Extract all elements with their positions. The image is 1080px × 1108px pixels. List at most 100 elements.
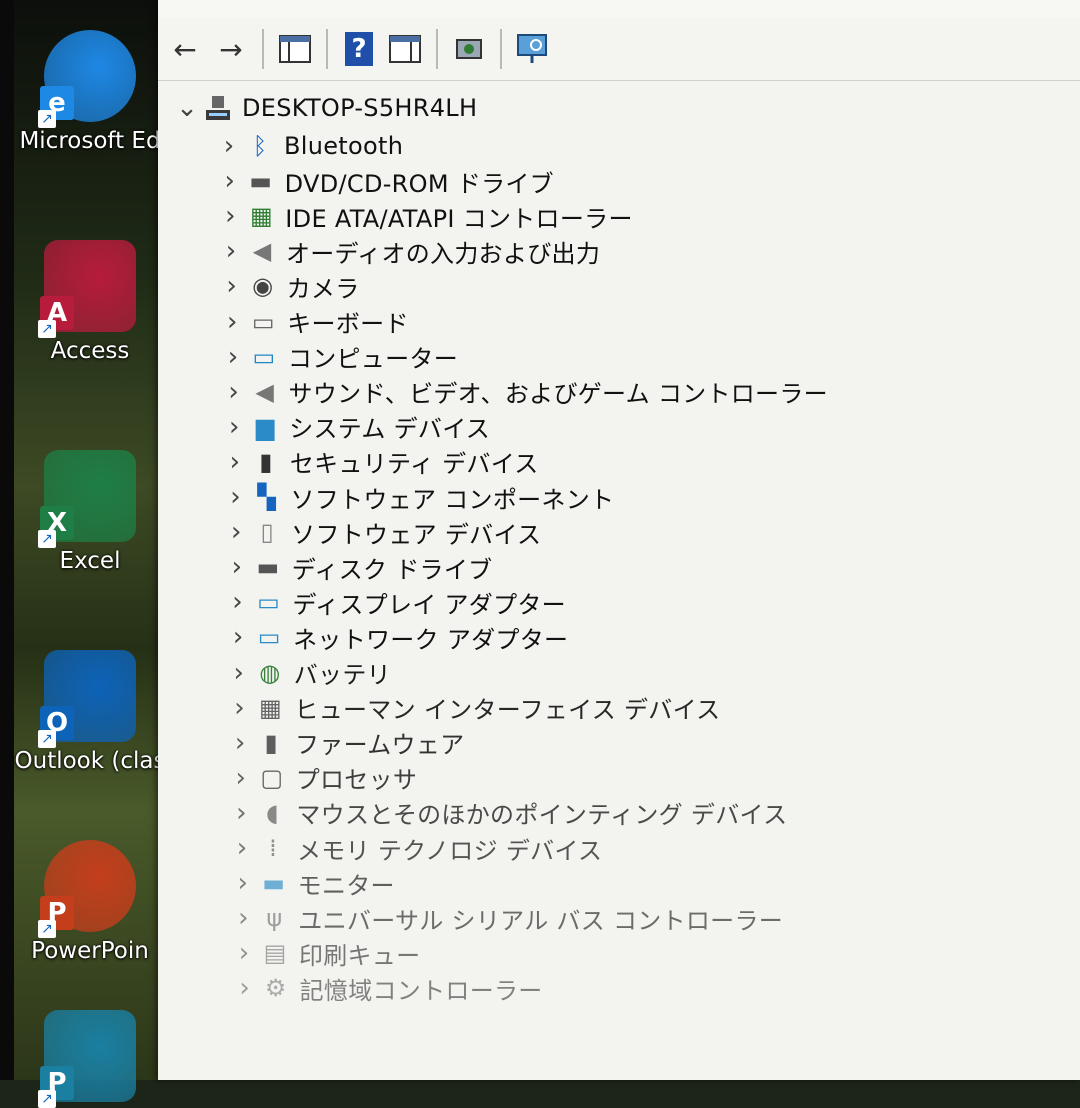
device-category-label: ファームウェア [295,731,465,760]
desktop-shortcut[interactable]: X ↗ Excel [10,450,170,574]
device-category-speaker[interactable]: › ◀ オーディオの入力および出力 [216,233,600,269]
monitor-icon: ▭ [252,342,276,371]
app-icon: P ↗ [38,1010,136,1108]
help-button[interactable]: ? [340,30,378,68]
device-category-printer[interactable]: › ▤ 印刷キュー [229,935,421,971]
device-category-label: ディスク ドライブ [291,555,493,584]
chevron-right-icon[interactable]: › [222,552,252,582]
device-category-network-adapter[interactable]: › ▭ ネットワーク アダプター [223,619,568,655]
chevron-right-icon[interactable]: › [225,728,255,758]
device-category-display-adapter[interactable]: › ▭ ディスプレイ アダプター [222,584,566,620]
chevron-right-icon[interactable]: › [215,201,245,231]
chevron-right-icon[interactable]: › [227,833,257,863]
printer-icon: ▤ [263,939,287,968]
toolbar-separator [326,29,328,69]
chevron-right-icon[interactable]: › [216,236,246,266]
device-category-monitor[interactable]: › ▬ モニター [228,865,395,901]
device-category-bluetooth[interactable]: › ᛒ Bluetooth [214,128,403,164]
device-category-software-device[interactable]: › ▯ ソフトウェア デバイス [221,514,541,550]
chevron-right-icon[interactable]: › [221,517,251,547]
toolbar-separator [262,29,264,69]
memory-icon: ⁞ [269,834,277,862]
chevron-right-icon[interactable]: › [219,412,249,442]
chevron-right-icon[interactable]: › [223,622,253,652]
device-category-label: ネットワーク アダプター [293,625,569,654]
chevron-right-icon[interactable]: › [221,482,251,512]
device-category-camera[interactable]: › ◉ カメラ [217,268,360,304]
chevron-right-icon[interactable]: › [222,587,252,617]
device-category-security-key[interactable]: › ▮ セキュリティ デバイス [220,444,539,480]
device-category-label: コンピューター [287,345,458,374]
device-category-ide-controller[interactable]: › ▦ IDE ATA/ATAPI コントローラー [215,198,632,234]
disk-drive-icon: ▬ [256,553,280,582]
device-category-component[interactable]: › ▚ ソフトウェア コンポーネント [221,479,615,515]
chevron-right-icon[interactable]: › [224,658,254,688]
device-category-battery[interactable]: › ◍ バッテリ [224,655,391,691]
shortcut-arrow-icon: ↗ [38,1090,56,1108]
desktop-shortcut[interactable]: O ↗ Outlook (clas [10,650,170,774]
chevron-right-icon[interactable]: › [229,938,259,968]
shortcut-arrow-icon: ↗ [38,920,56,938]
device-category-label: ソフトウェア コンポーネント [290,485,615,514]
chevron-right-icon[interactable]: › [230,973,260,1003]
chevron-right-icon[interactable]: › [226,798,256,828]
chevron-right-icon[interactable]: › [219,377,249,407]
forward-arrow-icon: → [219,32,243,66]
device-category-keyboard[interactable]: › ▭ キーボード [217,304,409,340]
device-category-mouse[interactable]: › ◖ マウスとそのほかのポインティング デバイス [226,795,787,831]
update-driver-icon [456,39,482,59]
device-category-memory[interactable]: › ⁞ メモリ テクノロジ デバイス [227,830,602,866]
device-category-sound[interactable]: › ◀ サウンド、ビデオ、およびゲーム コントローラー [219,374,828,410]
chevron-right-icon[interactable]: › [228,868,258,898]
update-driver-button[interactable] [450,30,488,68]
shortcut-label: Microsoft Ed [19,128,161,154]
app-icon: e ↗ [38,30,136,128]
system-folder-icon: ▆ [255,412,275,441]
chevron-right-icon[interactable]: › [224,693,254,723]
desktop-shortcut[interactable]: P ↗ PowerPoin [10,840,170,964]
device-category-label: モニター [297,871,395,900]
chevron-right-icon[interactable]: › [220,447,250,477]
device-category-monitor[interactable]: › ▭ コンピューター [218,339,458,375]
device-category-hid[interactable]: › ▦ ヒューマン インターフェイス デバイス [224,690,720,726]
toolbar-separator [500,29,502,69]
desktop-shortcut[interactable]: e ↗ Microsoft Ed [10,30,170,154]
chevron-right-icon[interactable]: › [214,131,244,161]
device-category-label: DVD/CD-ROM ドライブ [284,169,554,198]
chevron-right-icon[interactable]: › [218,342,248,372]
chevron-right-icon[interactable]: › [228,903,258,933]
chevron-right-icon[interactable]: › [215,166,245,196]
chevron-right-icon[interactable]: › [217,307,247,337]
desktop-shortcut[interactable]: A ↗ Access [10,240,170,364]
device-category-disk-drive[interactable]: › ▬ ディスク ドライブ [222,549,493,585]
device-manager-window: ← → ? ⌄ DESKTOP-S5HR4LH › ᛒ Bluetooth › ▬ D [158,0,1080,1080]
chevron-right-icon[interactable]: › [217,271,247,301]
back-button[interactable]: ← [166,30,204,68]
shortcut-label: Outlook (clas [14,748,166,774]
device-category-system-folder[interactable]: › ▆ システム デバイス [219,409,490,445]
show-hide-console-tree-button[interactable] [276,30,314,68]
chevron-right-icon[interactable]: › [226,763,256,793]
device-category-processor[interactable]: › ▢ プロセッサ [226,760,418,796]
chevron-down-icon[interactable]: ⌄ [172,93,202,123]
hid-icon: ▦ [259,693,282,722]
desktop-shortcut[interactable]: P ↗ [10,1010,170,1108]
device-category-label: キーボード [287,310,409,338]
device-category-label: プロセッサ [295,766,418,795]
device-category-firmware[interactable]: › ▮ ファームウェア [225,725,464,761]
app-icon: A ↗ [38,240,136,338]
action-pane-button[interactable] [386,30,424,68]
mouse-icon: ◖ [266,798,279,827]
forward-button[interactable]: → [212,30,250,68]
toolbar: ← → ? [158,18,1080,81]
scan-hardware-button[interactable] [514,30,552,68]
device-category-label: カメラ [286,274,360,303]
device-category-storage-controller[interactable]: › ⚙ 記憶域コントローラー [230,970,543,1006]
device-category-dvd-drive[interactable]: › ▬ DVD/CD-ROM ドライブ [215,163,554,199]
bluetooth-icon: ᛒ [252,132,268,160]
device-category-usb[interactable]: › ψ ユニバーサル シリアル バス コントローラー [228,900,783,936]
tree-root[interactable]: ⌄ DESKTOP-S5HR4LH [172,90,477,126]
battery-icon: ◍ [259,658,281,687]
device-category-label: オーディオの入力および出力 [285,239,601,268]
network-adapter-icon: ▭ [257,623,281,652]
